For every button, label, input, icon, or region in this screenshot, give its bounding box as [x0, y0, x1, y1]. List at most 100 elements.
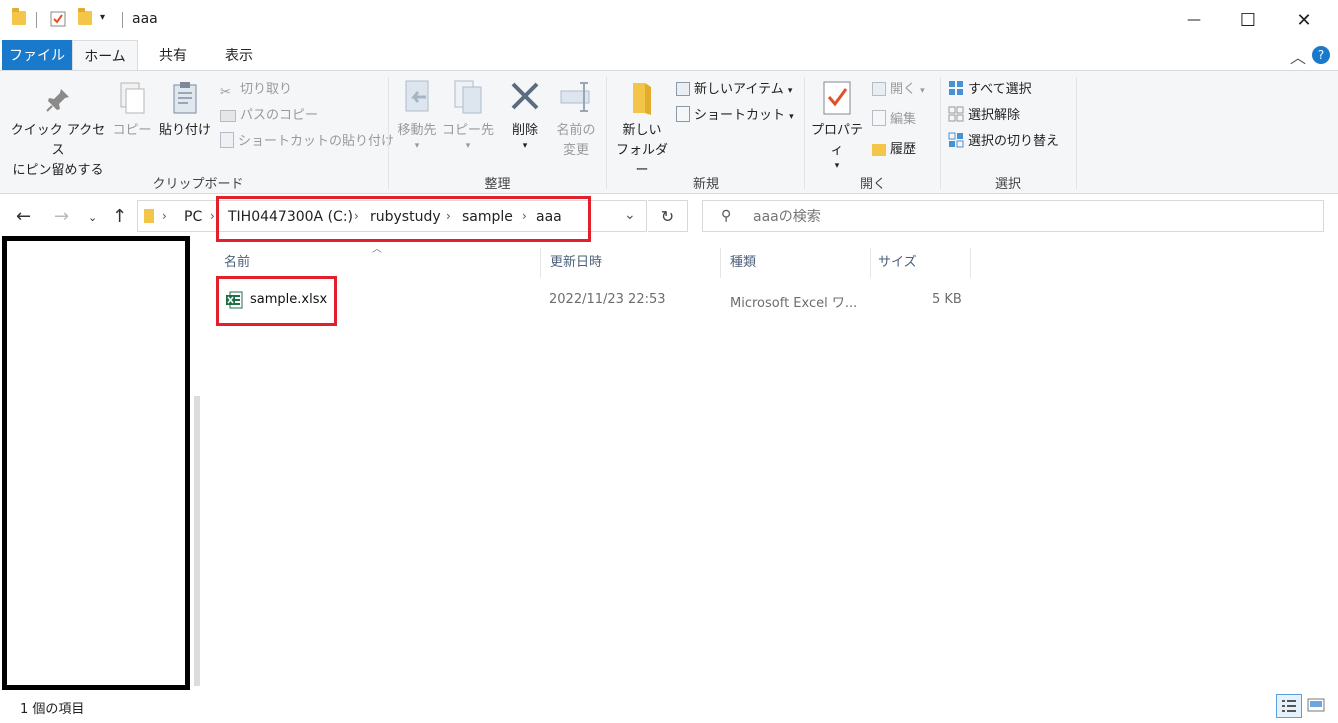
minimize-button[interactable]: — [1166, 0, 1222, 40]
search-input[interactable] [751, 204, 1305, 230]
folder-icon [12, 8, 26, 25]
invert-selection-icon [948, 132, 964, 148]
new-folder-large-icon [610, 79, 674, 121]
maximize-button[interactable]: ☐ [1220, 0, 1276, 40]
select-all-button[interactable]: すべて選択 [948, 79, 1032, 101]
navigation-pane-redacted [2, 236, 190, 690]
scissors-icon: ✂ [220, 85, 231, 100]
properties-check-icon[interactable] [50, 11, 66, 27]
tab-file[interactable]: ファイル [2, 40, 72, 70]
properties-button[interactable]: プロパティ ▾ [808, 79, 866, 171]
select-none-label: 選択解除 [968, 108, 1021, 123]
copy-button[interactable]: コピー [110, 81, 154, 141]
edit-button[interactable]: 編集 [872, 109, 916, 131]
select-all-label: すべて選択 [968, 82, 1032, 97]
column-header-type[interactable]: 種類 [730, 254, 870, 278]
column-divider[interactable] [970, 248, 971, 278]
address-dropdown-chevron-icon[interactable]: ⌄ [624, 207, 636, 223]
column-divider[interactable] [870, 248, 871, 278]
open-button[interactable]: 開く ▾ [872, 79, 925, 101]
paste-shortcut-button[interactable]: ショートカットの貼り付け [220, 131, 394, 153]
column-header-name[interactable]: 名前 [224, 254, 540, 278]
delete-label: 削除 [511, 123, 538, 138]
group-divider [606, 77, 607, 189]
divider [122, 12, 123, 28]
tab-view[interactable]: 表示 [206, 40, 272, 70]
delete-x-icon [502, 79, 548, 121]
history-icon [872, 144, 886, 156]
folder-icon [144, 209, 154, 223]
details-view-icon [1282, 700, 1296, 712]
customize-dropdown-icon[interactable]: ▾ [100, 12, 114, 26]
chevron-down-icon: ▾ [920, 86, 925, 96]
history-label: 履歴 [890, 142, 917, 157]
scrollbar-thumb[interactable] [194, 396, 200, 686]
ribbon: クイック アクセス にピン留めする コピー 貼り付け ✂ 切り取り パスのコピー … [0, 70, 1338, 194]
ribbon-tabs: ファイル ホーム 共有 表示 ︿ ? [0, 40, 1338, 70]
help-icon[interactable]: ? [1312, 46, 1330, 64]
back-arrow-icon[interactable]: ← [16, 206, 31, 227]
invert-selection-label: 選択の切り替え [968, 134, 1060, 149]
new-item-button[interactable]: 新しいアイテム ▾ [676, 79, 792, 101]
chevron-down-icon: ▾ [789, 112, 794, 122]
tab-share[interactable]: 共有 [140, 40, 206, 70]
properties-icon [808, 79, 866, 121]
new-folder-icon[interactable] [78, 8, 92, 25]
group-label-select: 選択 [994, 177, 1021, 192]
refresh-icon[interactable]: ↻ [648, 200, 688, 232]
shortcut-label: ショートカット [694, 108, 786, 123]
move-to-button[interactable]: 移動先 ▾ [392, 79, 442, 151]
breadcrumb-pc[interactable]: PC [184, 209, 202, 225]
up-arrow-icon[interactable]: ↑ [112, 206, 127, 227]
rename-button[interactable]: 名前の 変更 [550, 79, 602, 161]
new-folder-button[interactable]: 新しい フォルダー [610, 79, 674, 181]
copy-to-button[interactable]: コピー先 ▾ [442, 79, 494, 151]
forward-arrow-icon[interactable]: → [54, 206, 69, 227]
rename-label-2: 変更 [562, 143, 589, 158]
delete-button[interactable]: 削除 ▾ [502, 79, 548, 151]
move-to-label: 移動先 [397, 123, 437, 138]
copy-path-button[interactable]: パスのコピー [220, 105, 318, 127]
column-header-size[interactable]: サイズ [878, 254, 968, 278]
cut-label: 切り取り [240, 82, 293, 97]
column-header-modified[interactable]: 更新日時 [550, 254, 720, 278]
cut-button[interactable]: ✂ 切り取り [220, 79, 292, 101]
breadcrumb-chevron-icon[interactable]: › [162, 209, 167, 223]
tab-home[interactable]: ホーム [72, 40, 138, 70]
details-view-button[interactable] [1276, 694, 1302, 718]
search-box[interactable]: ⚲ [702, 200, 1324, 232]
rename-label-1: 名前の [556, 123, 596, 138]
open-icon [872, 82, 886, 96]
shortcut-icon [676, 106, 690, 122]
large-icons-view-button[interactable] [1304, 694, 1330, 718]
divider [36, 12, 37, 28]
search-icon: ⚲ [721, 208, 732, 224]
highlight-annotation [216, 276, 337, 326]
pin-icon [8, 85, 108, 121]
pin-label-1: クイック アクセス [10, 123, 106, 158]
large-icons-view-icon [1307, 698, 1325, 712]
breadcrumb-chevron-icon[interactable]: › [210, 209, 215, 223]
close-button[interactable]: ✕ [1276, 0, 1332, 40]
copy-to-icon [442, 79, 494, 121]
paste-shortcut-icon [220, 132, 234, 148]
highlight-annotation [216, 196, 591, 242]
select-none-button[interactable]: 選択解除 [948, 105, 1020, 127]
group-label-organize: 整理 [484, 177, 511, 192]
select-all-icon [948, 80, 964, 96]
shortcut-button[interactable]: ショートカット ▾ [676, 105, 794, 127]
group-label-clipboard: クリップボード [152, 177, 244, 192]
collapse-ribbon-icon[interactable]: ︿ [1290, 44, 1306, 68]
navigation-pane-scrollbar[interactable] [190, 236, 204, 690]
recent-locations-chevron-icon[interactable]: ⌄ [88, 211, 97, 224]
status-item-count: 1 個の項目 [20, 702, 85, 717]
pin-quick-access-button[interactable]: クイック アクセス にピン留めする [8, 85, 108, 181]
new-item-icon [676, 82, 690, 96]
invert-selection-button[interactable]: 選択の切り替え [948, 131, 1059, 153]
copy-icon [110, 81, 154, 121]
paste-button[interactable]: 貼り付け [156, 81, 214, 141]
column-divider[interactable] [720, 248, 721, 278]
history-button[interactable]: 履歴 [872, 139, 916, 161]
copy-to-label: コピー先 [442, 123, 495, 138]
column-divider[interactable] [540, 248, 541, 278]
